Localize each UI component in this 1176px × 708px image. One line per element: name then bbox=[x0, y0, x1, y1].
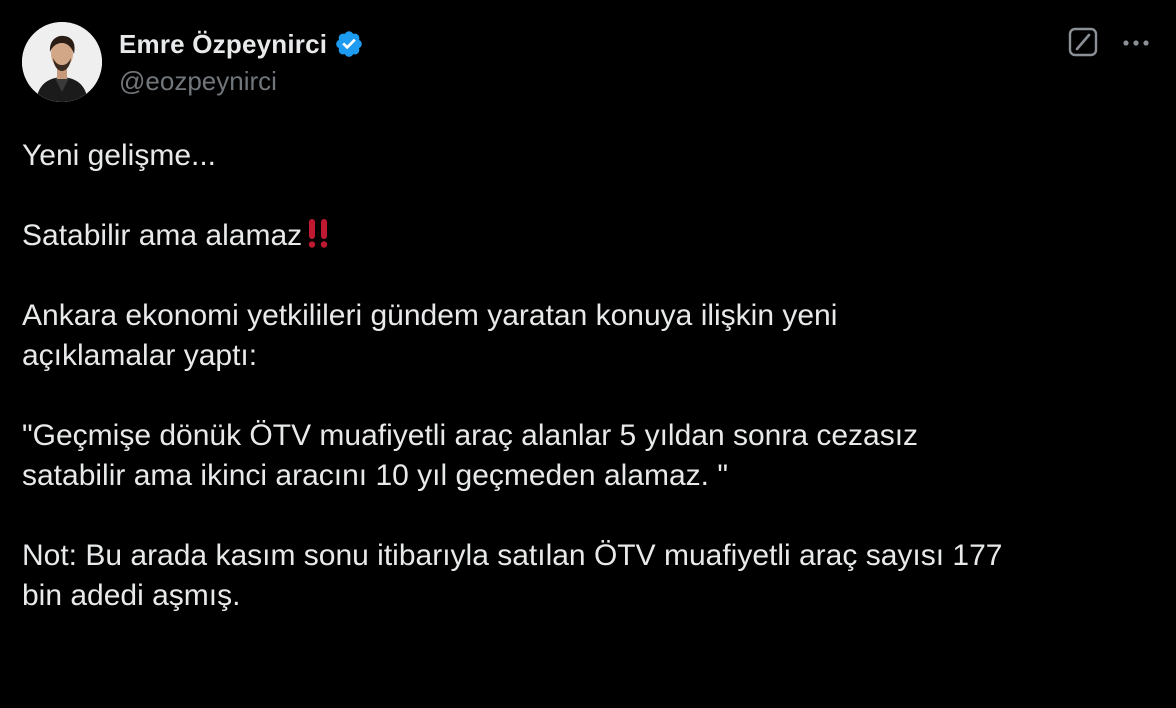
tweet-text: Yeni gelişme... Satabilir ama alamaz Ank… bbox=[22, 136, 1162, 616]
double-exclamation-icon bbox=[308, 219, 328, 248]
verified-badge-icon[interactable] bbox=[334, 29, 364, 59]
tweet-line: Satabilir ama alamaz bbox=[22, 216, 1162, 256]
tweet-line: satabilir ama ikinci aracını 10 yıl geçm… bbox=[22, 459, 728, 492]
grok-icon[interactable] bbox=[1068, 27, 1098, 57]
tweet-line: açıklamalar yaptı: bbox=[22, 339, 258, 372]
author-handle[interactable]: @eozpeynirci bbox=[119, 66, 277, 97]
tweet-line: Yeni gelişme... bbox=[22, 139, 217, 172]
tweet-line: "Geçmişe dönük ÖTV muafiyetli araç alanl… bbox=[22, 419, 919, 452]
tweet-line: bin adedi aşmış. bbox=[22, 579, 241, 612]
profile-photo-icon bbox=[22, 22, 102, 102]
author-name-row: Emre Özpeynirci bbox=[119, 26, 364, 62]
tweet-card: Emre Özpeynirci @eozpeynirci Yeni gelişm… bbox=[0, 0, 1176, 708]
more-options-icon[interactable] bbox=[1118, 28, 1154, 58]
tweet-line: Not: Bu arada kasım sonu itibarıyla satı… bbox=[22, 539, 1003, 572]
avatar[interactable] bbox=[22, 22, 102, 102]
tweet-line: Ankara ekonomi yetkilileri gündem yarata… bbox=[22, 299, 838, 332]
author-display-name[interactable]: Emre Özpeynirci bbox=[119, 29, 327, 60]
tweet-line-text: Satabilir ama alamaz bbox=[22, 219, 303, 252]
